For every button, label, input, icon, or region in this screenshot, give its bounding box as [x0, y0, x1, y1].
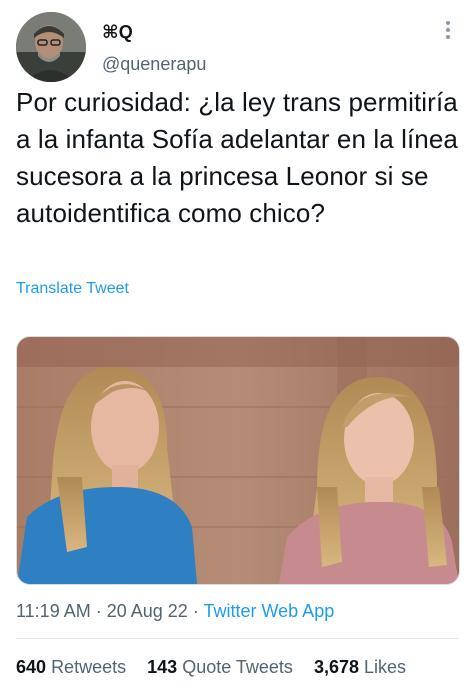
retweets-label: Retweets [51, 657, 127, 677]
retweets-stat[interactable]: 640 Retweets [16, 657, 126, 677]
tweet-date[interactable]: 20 Aug 22 [107, 601, 188, 621]
quote-tweets-stat[interactable]: 143 Quote Tweets [147, 657, 293, 677]
meta-separator: · [187, 601, 204, 621]
avatar-image [16, 12, 86, 82]
more-dot [446, 21, 450, 25]
tweet-stats: 640 Retweets 143 Quote Tweets 3,678 Like… [16, 657, 422, 678]
tweet-photo[interactable] [16, 336, 460, 585]
tweet-source-link[interactable]: Twitter Web App [203, 601, 334, 621]
retweets-count: 640 [16, 657, 47, 677]
divider [16, 638, 458, 639]
more-vertical-icon[interactable] [438, 18, 458, 46]
meta-separator: · [90, 601, 107, 621]
translate-tweet-link[interactable]: Translate Tweet [16, 280, 129, 298]
tweet-text: Por curiosidad: ¿la ley trans permitiría… [16, 87, 458, 228]
author-display-name[interactable]: ⌘Q [102, 22, 133, 43]
more-dot [446, 35, 450, 39]
likes-count: 3,678 [313, 657, 359, 677]
tweet-time[interactable]: 11:19 AM [16, 601, 91, 621]
photo-image [17, 337, 459, 584]
likes-stat[interactable]: 3,678 Likes [314, 657, 406, 677]
author-handle[interactable]: @quenerapu [102, 54, 206, 75]
avatar[interactable] [16, 12, 86, 82]
tweet-meta: 11:19 AM · 20 Aug 22 · Twitter Web App [16, 601, 334, 622]
quotes-count: 143 [147, 657, 178, 677]
quotes-label: Quote Tweets [182, 657, 293, 677]
likes-label: Likes [364, 657, 407, 677]
more-dot [446, 28, 450, 32]
